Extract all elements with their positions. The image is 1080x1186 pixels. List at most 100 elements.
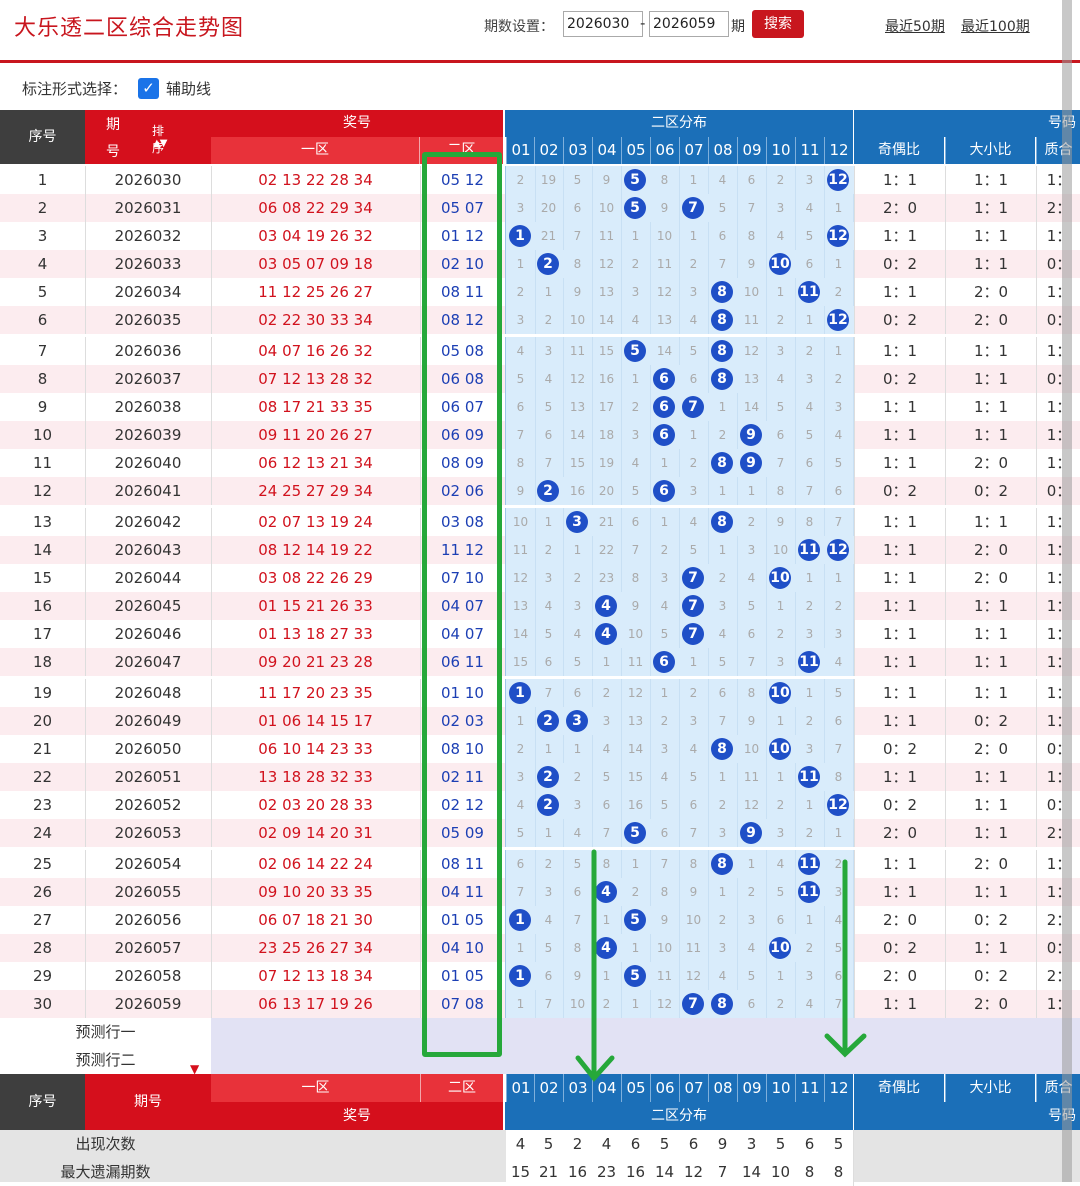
dist-miss: 1 <box>650 449 680 477</box>
predict-area-1[interactable] <box>211 1018 1080 1046</box>
dist-miss: 2 <box>506 735 536 763</box>
dist-col-01: 01 <box>506 137 535 164</box>
row-seq: 7 <box>0 337 86 365</box>
dist-miss: 1 <box>737 477 767 505</box>
row-odd-even: 1：1 <box>854 620 945 648</box>
row-prime: 1： <box>1036 679 1080 707</box>
appear-count: 5 <box>824 1130 854 1158</box>
dist-miss: 9 <box>621 592 651 620</box>
period-header <box>85 110 211 164</box>
dist-miss: 2 <box>621 878 651 906</box>
dist-miss: 6 <box>766 421 796 449</box>
dist-ball: 7 <box>682 993 704 1015</box>
dist-miss: 6 <box>766 906 796 934</box>
dist-ball: 12 <box>827 794 849 816</box>
dist-ball: 10 <box>769 567 791 589</box>
row-seq: 15 <box>0 564 86 592</box>
row-prime: 1： <box>1036 850 1080 878</box>
recent-50-link[interactable]: 最近50期 <box>885 16 945 36</box>
row-seq: 30 <box>0 990 86 1018</box>
period-to-input[interactable]: 2026059 <box>649 11 729 37</box>
row-odd-even: 1：1 <box>854 222 945 250</box>
dist-miss: 6 <box>506 393 536 421</box>
dist-miss: 20 <box>592 477 622 505</box>
period-from-input[interactable]: 2026030 <box>563 11 643 37</box>
dist-ball: 7 <box>682 595 704 617</box>
dist-miss: 4 <box>824 421 854 449</box>
dist-miss: 14 <box>506 620 536 648</box>
row-zone1: 01 06 14 15 17 <box>211 707 421 735</box>
row-big-small: 1：1 <box>945 934 1036 962</box>
appear-count: 6 <box>621 1130 651 1158</box>
footer-dist-col-08: 08 <box>708 1074 737 1102</box>
dist-miss: 12 <box>650 278 680 306</box>
dist-miss: 11 <box>592 222 622 250</box>
big-small-header: 大小比 <box>945 137 1035 164</box>
row-big-small: 0：2 <box>945 962 1036 990</box>
scrollbar[interactable] <box>1062 0 1072 1182</box>
dist-miss: 3 <box>563 592 593 620</box>
dist-miss: 13 <box>592 278 622 306</box>
row-big-small: 1：1 <box>945 791 1036 819</box>
dist-miss: 2 <box>766 306 796 334</box>
dist-miss: 2 <box>824 278 854 306</box>
dist-miss: 3 <box>795 735 825 763</box>
dist-miss: 12 <box>650 990 680 1018</box>
row-seq: 6 <box>0 306 86 334</box>
search-button[interactable]: 搜索 <box>752 10 804 38</box>
row-big-small: 1：1 <box>945 421 1036 449</box>
row-prime: 0： <box>1036 306 1080 334</box>
row-period: 2026050 <box>85 735 212 763</box>
dist-miss: 9 <box>650 194 680 222</box>
distribution-header: 二区分布 <box>505 110 853 137</box>
dist-miss: 3 <box>679 278 709 306</box>
dist-miss: 6 <box>563 679 593 707</box>
dist-miss: 7 <box>824 990 854 1018</box>
row-odd-even: 1：1 <box>854 648 945 676</box>
footer-number-type-header: 号码 <box>854 1102 1080 1130</box>
row-prime: 0： <box>1036 934 1080 962</box>
dist-miss: 2 <box>795 337 825 365</box>
dist-miss: 2 <box>563 564 593 592</box>
dist-miss: 3 <box>795 962 825 990</box>
row-seq: 13 <box>0 508 86 536</box>
row-odd-even: 1：1 <box>854 278 945 306</box>
dist-miss: 5 <box>766 878 796 906</box>
dist-miss: 23 <box>592 564 622 592</box>
dist-miss: 3 <box>621 421 651 449</box>
appear-count: 5 <box>766 1130 796 1158</box>
dist-miss: 10 <box>563 306 593 334</box>
dist-miss: 1 <box>506 250 536 278</box>
row-seq: 17 <box>0 620 86 648</box>
dist-miss: 12 <box>737 791 767 819</box>
dist-miss: 7 <box>766 449 796 477</box>
predict-area-2[interactable] <box>211 1046 1080 1074</box>
footer-dist-col-10: 10 <box>766 1074 795 1102</box>
row-odd-even: 0：2 <box>854 306 945 334</box>
table-row: 13 2026042 02 07 13 19 24 03 08 10 1 3 21 6 1 4 8 2 9… <box>0 508 1080 536</box>
recent-100-link[interactable]: 最近100期 <box>961 16 1030 36</box>
dist-ball: 5 <box>624 822 646 844</box>
row-seq: 9 <box>0 393 86 421</box>
dist-miss: 3 <box>506 194 536 222</box>
row-big-small: 1：1 <box>945 763 1036 791</box>
dist-miss: 10 <box>679 906 709 934</box>
row-big-small: 2：0 <box>945 990 1036 1018</box>
dist-miss: 3 <box>708 934 738 962</box>
row-odd-even: 0：2 <box>854 477 945 505</box>
aux-line-checkbox[interactable]: ✓ <box>138 78 159 99</box>
row-prime: 2： <box>1036 906 1080 934</box>
dist-miss: 3 <box>534 564 564 592</box>
dist-miss: 4 <box>506 791 536 819</box>
dist-miss: 3 <box>679 477 709 505</box>
dist-ball: 11 <box>798 853 820 875</box>
dist-miss: 3 <box>534 878 564 906</box>
row-prime: 1： <box>1036 449 1080 477</box>
dist-ball: 6 <box>653 368 675 390</box>
dist-ball: 2 <box>537 480 559 502</box>
dist-miss: 19 <box>592 449 622 477</box>
dist-miss: 11 <box>506 536 536 564</box>
dist-miss: 2 <box>506 166 536 194</box>
dist-ball: 11 <box>798 766 820 788</box>
dist-col-11: 11 <box>795 137 824 164</box>
